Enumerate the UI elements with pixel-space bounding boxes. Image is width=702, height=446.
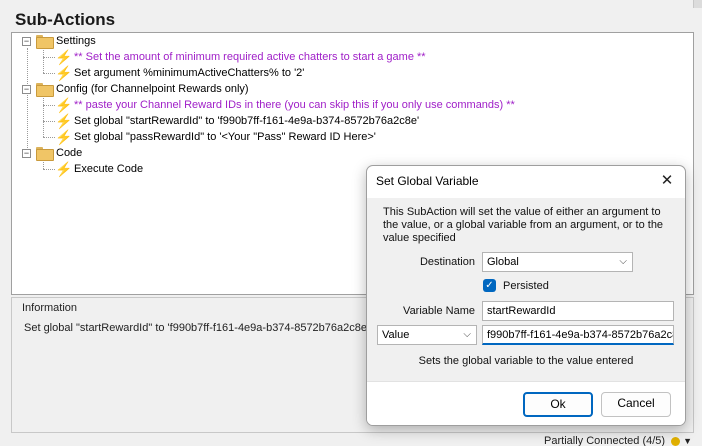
tree-connector [43, 73, 55, 74]
collapse-toggle-icon[interactable]: − [22, 37, 31, 46]
tree-item-comment[interactable]: ⚡ ** Set the amount of minimum required … [55, 49, 426, 65]
variable-name-input[interactable]: startRewardId [482, 301, 674, 321]
chevron-down-icon: ⌵ [463, 329, 471, 340]
tree-item-action[interactable]: ⚡ Set global "passRewardId" to '<Your "P… [55, 129, 376, 145]
dialog-description: This SubAction will set the value of eit… [383, 206, 664, 244]
dialog-footer: Ok Cancel [367, 381, 685, 425]
folder-icon [36, 83, 54, 97]
tree-connector [43, 96, 44, 137]
information-label: Information [22, 302, 78, 314]
chevron-down-icon[interactable]: ▼ [683, 436, 692, 446]
set-global-variable-dialog: Set Global Variable ✕ This SubAction wil… [366, 165, 686, 426]
lightning-bolt-icon: ⚡ [55, 97, 73, 113]
top-strip [0, 0, 702, 8]
tree-connector [43, 137, 55, 138]
cancel-button[interactable]: Cancel [601, 392, 671, 417]
tree-group-config[interactable]: Config (for Channelpoint Rewards only) [36, 81, 249, 97]
lightning-bolt-icon: ⚡ [55, 65, 73, 81]
destination-select[interactable]: Global ⌵ [482, 252, 633, 272]
scrollbar-stub[interactable] [693, 0, 702, 8]
variable-name-label: Variable Name [403, 305, 475, 317]
tree-item-label: ** paste your Channel Reward IDs in ther… [74, 99, 515, 111]
tree-connector [43, 169, 55, 170]
tree-group-code[interactable]: Code [36, 145, 82, 161]
page-title: Sub-Actions [15, 10, 116, 29]
value-input[interactable]: f990b7ff-f161-4e9a-b374-8572b76a2c8 [482, 325, 674, 345]
tree-group-label: Code [56, 147, 83, 159]
tree-item-action[interactable]: ⚡ Set argument %minimumActiveChatters% t… [55, 65, 304, 81]
lightning-bolt-icon: ⚡ [55, 113, 73, 129]
persisted-label: Persisted [503, 280, 549, 292]
tree-group-label: Config (for Channelpoint Rewards only) [56, 83, 249, 95]
tree-item-action[interactable]: ⚡ Execute Code [55, 161, 143, 177]
tree-connector [43, 48, 44, 73]
tree-connector [27, 48, 28, 154]
source-type-select[interactable]: Value ⌵ [377, 325, 477, 345]
destination-label: Destination [419, 256, 475, 268]
source-type-value: Value [382, 329, 410, 341]
destination-value: Global [487, 256, 519, 268]
folder-icon [36, 147, 54, 161]
tree-connector [43, 105, 55, 106]
chevron-down-icon: ⌵ [619, 256, 627, 267]
lightning-bolt-icon: ⚡ [55, 49, 73, 65]
dialog-body: This SubAction will set the value of eit… [367, 198, 685, 381]
tree-item-label: Execute Code [74, 163, 144, 175]
dialog-title: Set Global Variable [376, 174, 479, 188]
collapse-toggle-icon[interactable]: − [22, 149, 31, 158]
tree-item-label: Set global "passRewardId" to '<Your "Pas… [74, 131, 376, 143]
tree-connector [43, 160, 44, 169]
tree-item-comment[interactable]: ⚡ ** paste your Channel Reward IDs in th… [55, 97, 515, 113]
tree-connector [43, 57, 55, 58]
persisted-checkbox[interactable]: ✓ [483, 279, 496, 292]
tree-item-label: Set argument %minimumActiveChatters% to … [74, 67, 305, 79]
close-icon[interactable]: ✕ [657, 171, 677, 191]
folder-icon [36, 35, 54, 49]
information-text: Set global "startRewardId" to 'f990b7ff-… [24, 322, 370, 334]
status-text: Partially Connected (4/5) [544, 435, 666, 446]
tree-item-action[interactable]: ⚡ Set global "startRewardId" to 'f990b7f… [55, 113, 419, 129]
ok-button[interactable]: Ok [523, 392, 593, 417]
tree-group-label: Settings [56, 35, 96, 47]
lightning-bolt-icon: ⚡ [55, 161, 73, 177]
tree-connector [43, 121, 55, 122]
tree-item-label: ** Set the amount of minimum required ac… [74, 51, 426, 63]
collapse-toggle-icon[interactable]: − [22, 85, 31, 94]
lightning-bolt-icon: ⚡ [55, 129, 73, 145]
tree-group-settings[interactable]: Settings [36, 33, 96, 49]
status-dot-icon [671, 436, 681, 446]
dialog-note: Sets the global variable to the value en… [418, 355, 634, 367]
connection-status[interactable]: Partially Connected (4/5) ▼ [544, 435, 692, 446]
tree-item-label: Set global "startRewardId" to 'f990b7ff-… [74, 115, 420, 127]
